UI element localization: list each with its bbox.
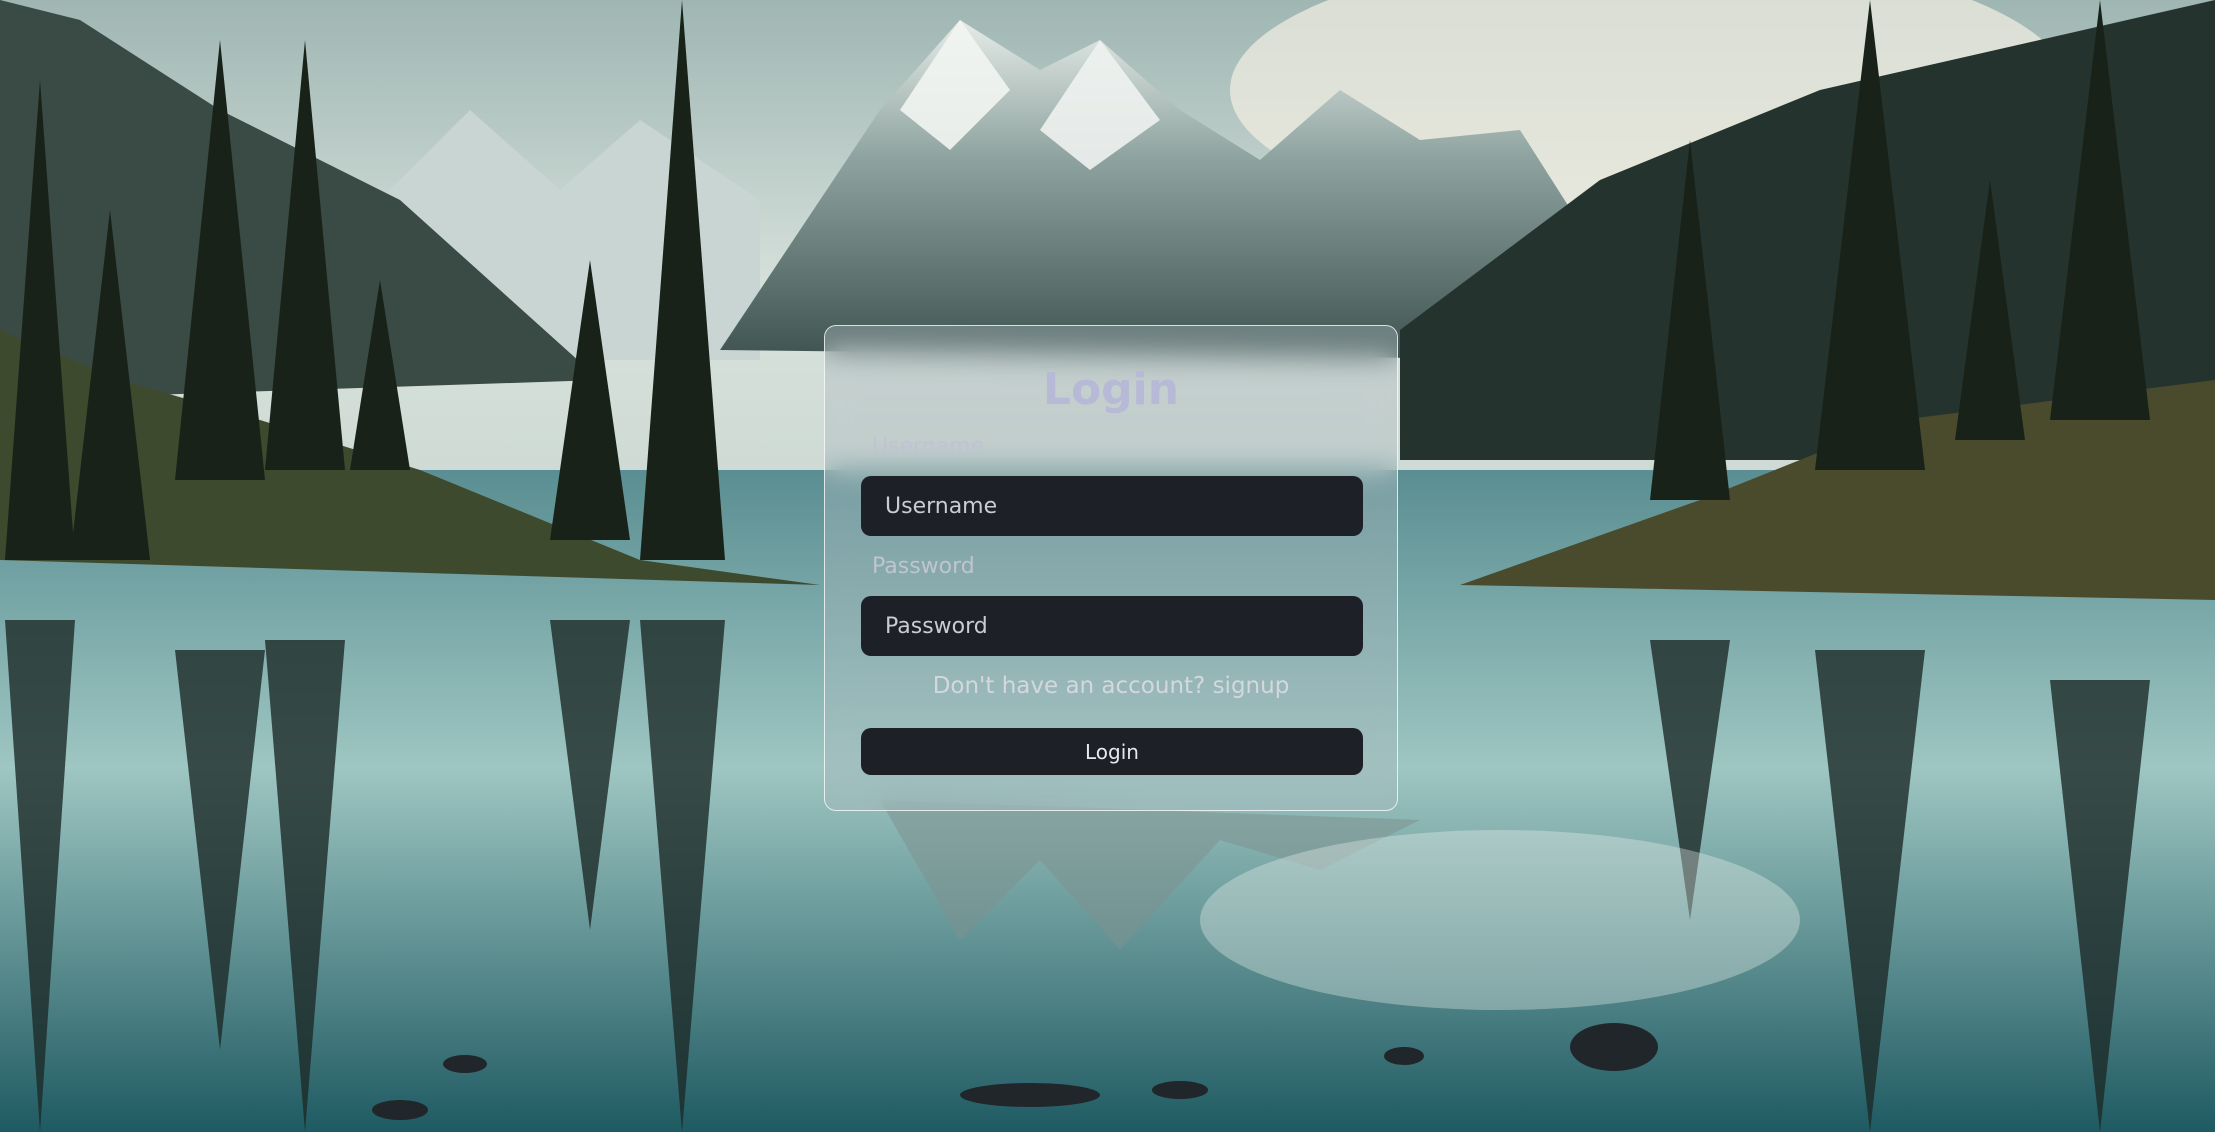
login-card: Login Username Password Don't have an ac… [824, 325, 1398, 811]
username-input[interactable] [861, 476, 1363, 536]
login-button[interactable]: Login [861, 728, 1363, 775]
username-label: Username [872, 434, 985, 459]
password-label: Password [872, 554, 975, 579]
signup-link[interactable]: Don't have an account? signup [825, 673, 1397, 699]
password-input[interactable] [861, 596, 1363, 656]
login-title: Login [1042, 364, 1180, 415]
